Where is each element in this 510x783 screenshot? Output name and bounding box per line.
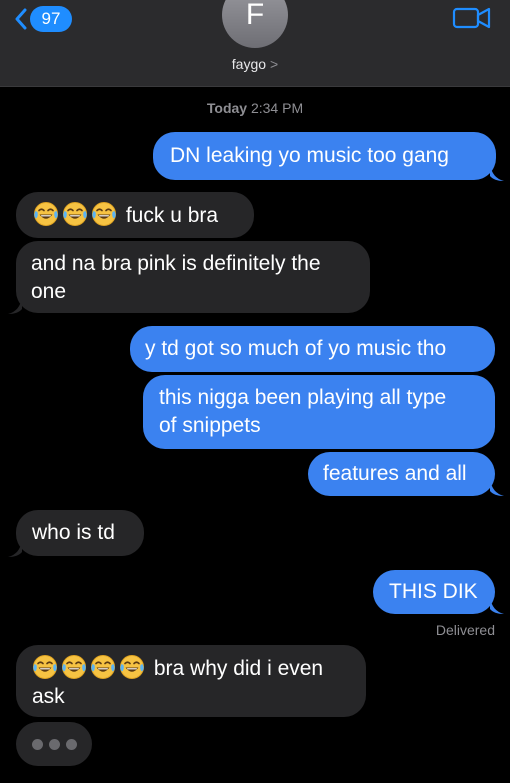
- message-text: THIS DIK: [389, 580, 478, 603]
- message-bubble-sent[interactable]: y td got so much of yo music tho: [130, 326, 495, 372]
- message-bubble-received[interactable]: who is td: [16, 510, 144, 556]
- laughing-emoji-icon: [33, 201, 59, 227]
- timestamp-time: 2:34 PM: [250, 100, 304, 116]
- message-bubble-received[interactable]: fuck u bra: [16, 192, 254, 238]
- back-button[interactable]: 97: [14, 2, 72, 36]
- video-call-icon[interactable]: [451, 4, 493, 32]
- bubble-tail: [8, 540, 22, 557]
- message-bubble-received[interactable]: bra why did i even ask: [16, 645, 366, 717]
- unread-count-badge: 97: [30, 6, 72, 32]
- message-text-line: ask: [32, 685, 65, 708]
- laughing-emoji-icon: [62, 201, 88, 227]
- message-bubble-sent[interactable]: THIS DIK: [373, 570, 495, 614]
- message-text: bra why did i even: [153, 657, 324, 680]
- message-text-line: this nigga been playing all type: [159, 386, 447, 409]
- message-text-line: one: [31, 280, 67, 303]
- typing-dot: [48, 738, 60, 750]
- message-text: features and all: [323, 462, 467, 485]
- message-bubble-sent[interactable]: this nigga been playing all type of snip…: [143, 375, 495, 449]
- contact-name-button[interactable]: faygo >: [0, 56, 510, 72]
- laughing-emoji-icon: [91, 201, 117, 227]
- bubble-tail: [8, 297, 22, 314]
- laughing-emoji-icon: [61, 654, 87, 680]
- message-text-line: and na bra pink is definitely the: [31, 252, 321, 275]
- typing-dot: [65, 738, 77, 750]
- laughing-emoji-icon: [32, 654, 58, 680]
- message-bubble-sent[interactable]: DN leaking yo music too gang: [153, 132, 496, 180]
- message-text: who is td: [32, 521, 115, 544]
- message-text: DN leaking yo music too gang: [170, 144, 449, 167]
- message-text: fuck u bra: [125, 204, 219, 227]
- message-text-line: of snippets: [159, 414, 261, 437]
- chevron-right-icon: >: [270, 56, 279, 72]
- typing-indicator: [16, 722, 92, 766]
- bubble-tail: [490, 479, 504, 496]
- bubble-tail: [490, 164, 504, 181]
- message-bubble-sent[interactable]: features and all: [308, 452, 495, 496]
- conversation-header: 97 F faygo >: [0, 0, 510, 87]
- message-text: y td got so much of yo music tho: [145, 337, 447, 360]
- message-text-line: bra why did i even: [32, 654, 366, 683]
- message-timestamp: Today 2:34 PM: [0, 100, 510, 116]
- message-bubble-received[interactable]: and na bra pink is definitely the one: [16, 241, 370, 313]
- contact-name: faygo: [231, 56, 267, 72]
- laughing-emoji-icon: [90, 654, 116, 680]
- laughing-emoji-icon: [119, 654, 145, 680]
- contact-avatar[interactable]: F: [222, 0, 288, 48]
- timestamp-day: Today: [206, 100, 248, 116]
- typing-dot: [31, 738, 43, 750]
- bubble-tail: [490, 597, 504, 614]
- avatar-initial: F: [245, 0, 265, 31]
- delivered-status: Delivered: [435, 622, 495, 638]
- chevron-left-icon: [15, 8, 27, 30]
